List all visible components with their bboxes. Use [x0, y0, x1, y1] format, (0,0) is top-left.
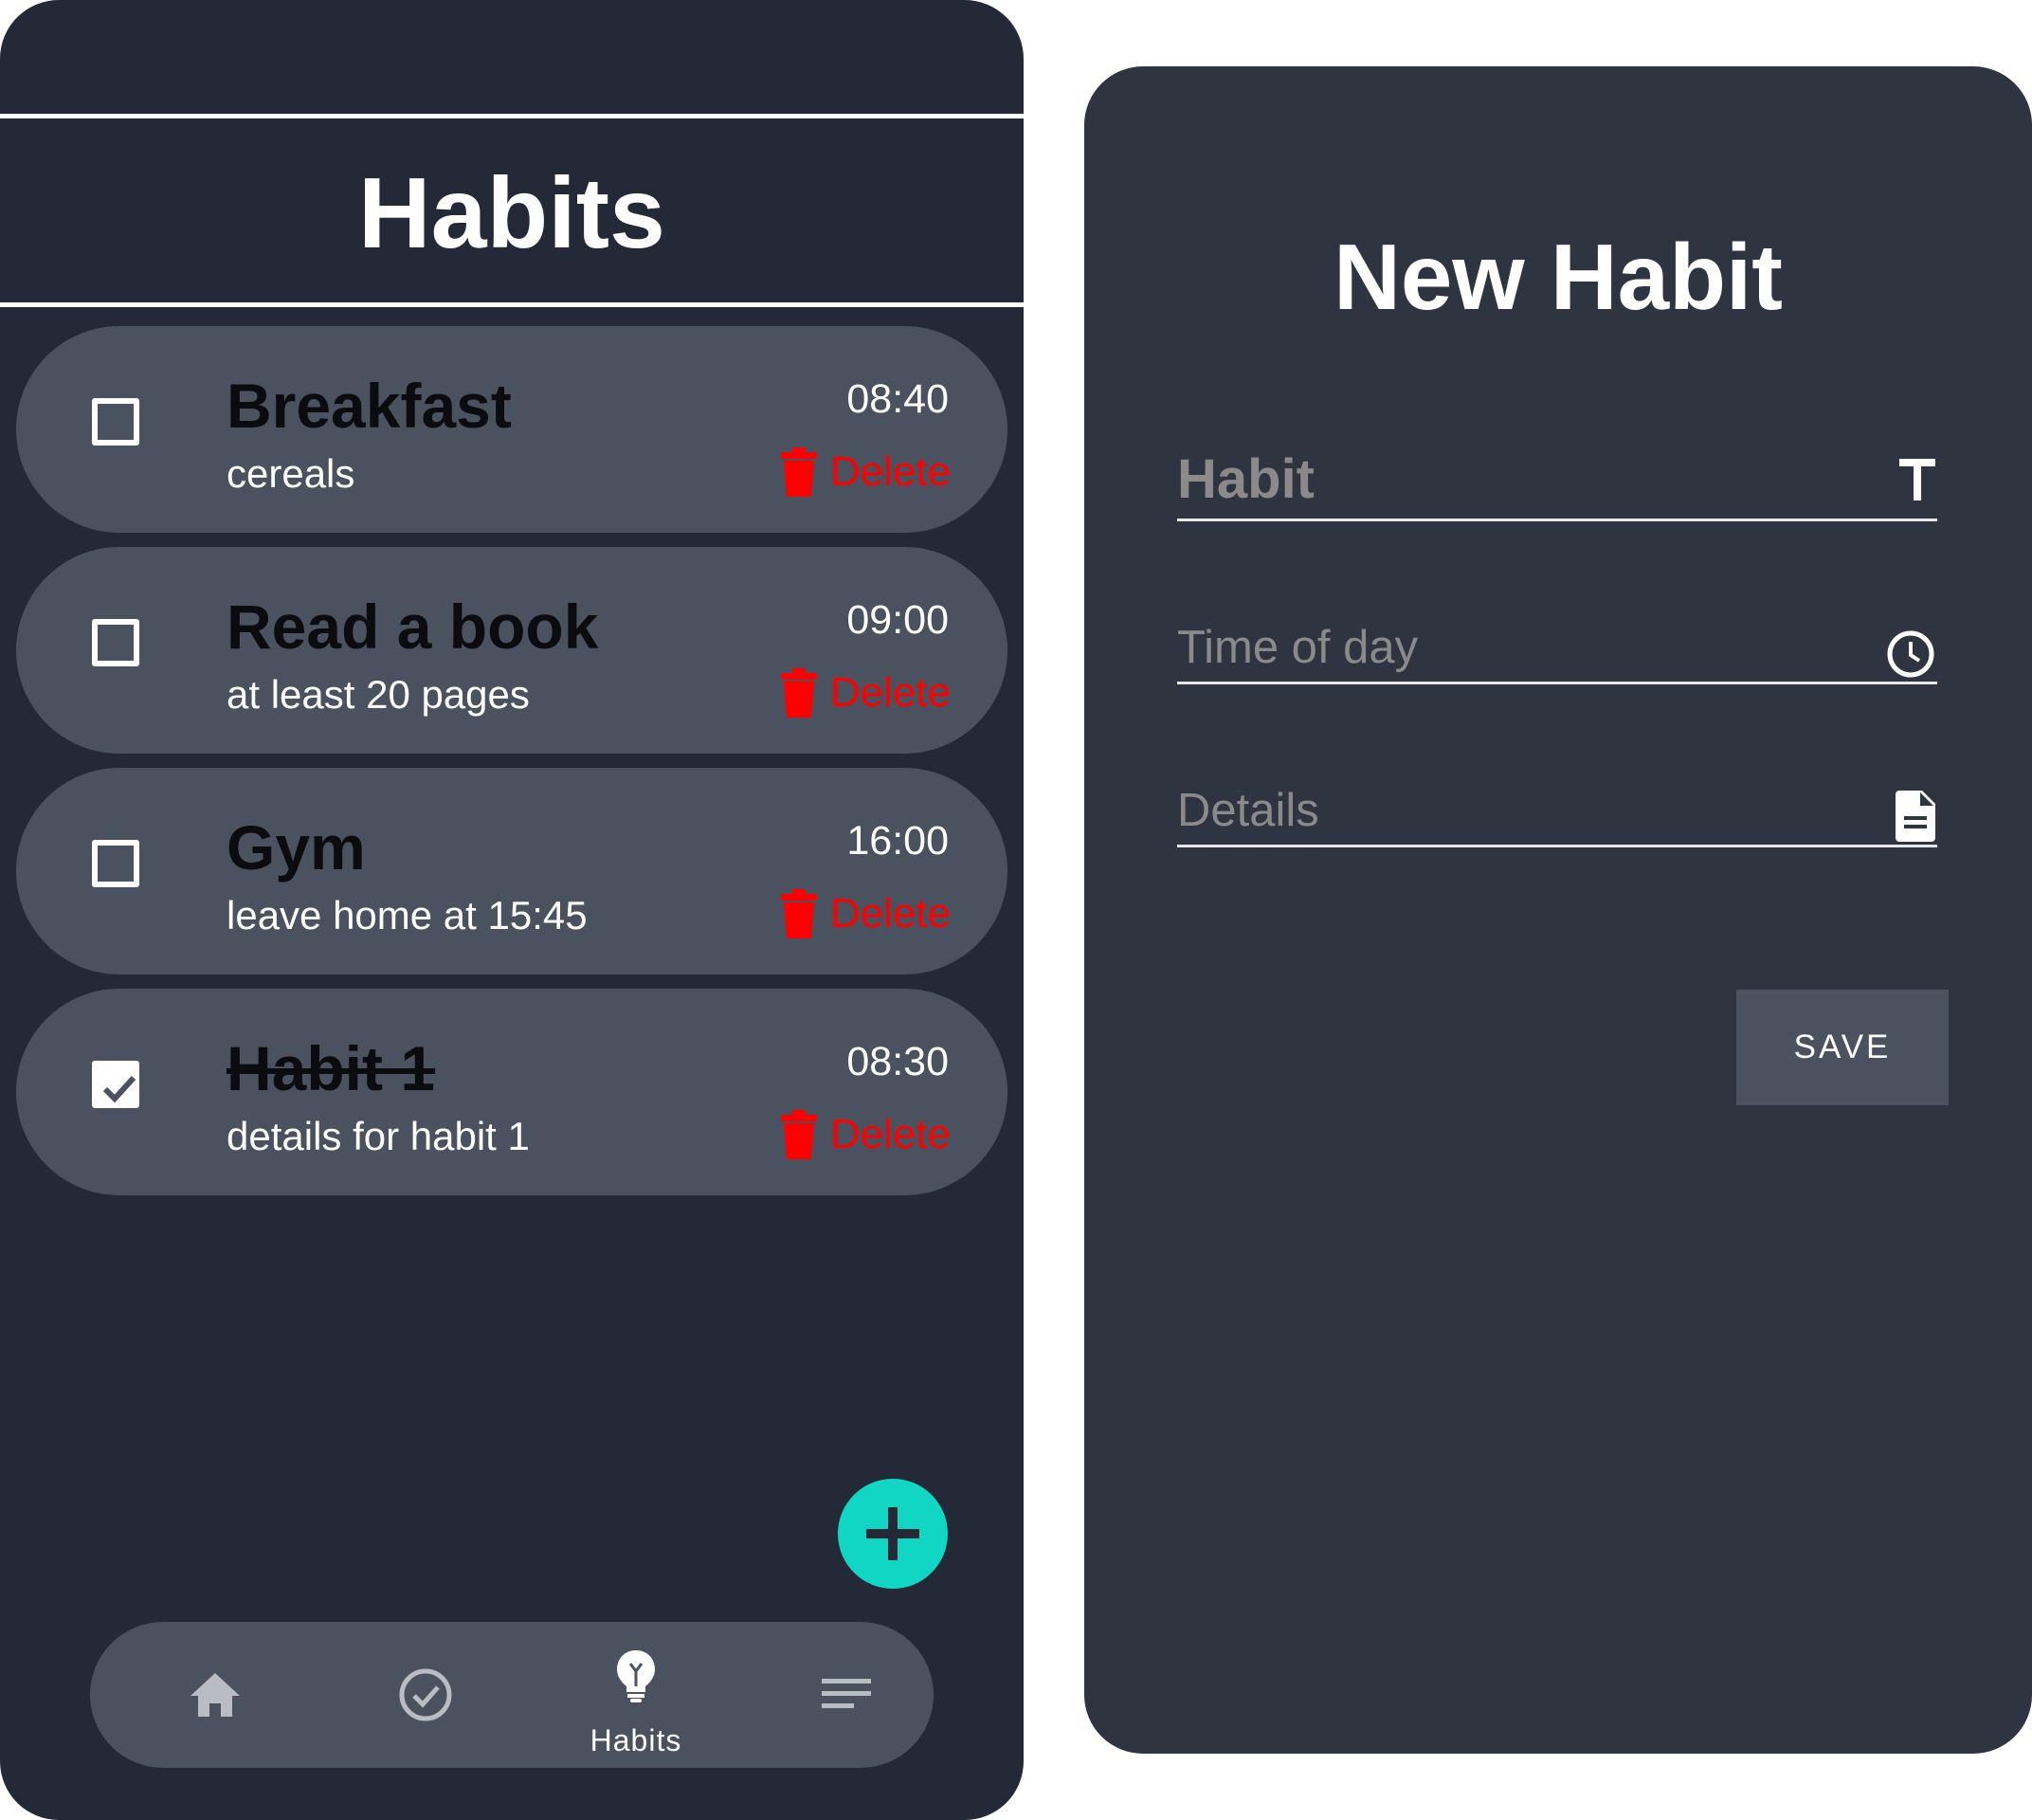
habit-name: Gym: [227, 812, 366, 883]
add-habit-button[interactable]: [838, 1479, 948, 1589]
details-field[interactable]: Details: [1177, 772, 1937, 847]
habit-checkbox[interactable]: [92, 398, 139, 446]
trash-icon: [780, 1110, 817, 1159]
delete-label: Delete: [829, 669, 951, 716]
delete-label: Delete: [829, 1111, 951, 1157]
delete-button[interactable]: Delete: [780, 887, 951, 940]
habit-card[interactable]: Breakfast cereals 08:40 Delete: [16, 326, 1007, 533]
nav-item-home[interactable]: [149, 1622, 281, 1768]
checkmark-icon: [102, 1075, 136, 1103]
time-of-day-field[interactable]: Time of day: [1177, 609, 1937, 684]
new-habit-screen: New Habit Habit Time of day Details SAVE: [1084, 66, 2032, 1754]
trash-icon: [780, 668, 817, 718]
header-divider-top: [0, 114, 1024, 118]
clock-icon: [1887, 630, 1934, 678]
page-title: Habits: [358, 157, 665, 269]
habit-checkbox-checked[interactable]: [92, 1061, 139, 1108]
habit-name: Breakfast: [227, 371, 512, 441]
plus-icon: [866, 1507, 919, 1560]
menu-lines-icon: [822, 1679, 871, 1708]
delete-button[interactable]: Delete: [780, 666, 951, 719]
habit-time: 08:30: [846, 1039, 949, 1084]
habit-details: leave home at 15:45: [227, 893, 588, 937]
habit-time: 08:40: [846, 376, 949, 422]
nav-item-habits[interactable]: Habits: [570, 1622, 702, 1768]
form-title: New Habit: [1334, 225, 1783, 329]
delete-button[interactable]: Delete: [780, 1108, 951, 1161]
habit-card[interactable]: Habit 1 details for habit 1 08:30 Delete: [16, 989, 1007, 1195]
header-divider-bottom: [0, 302, 1024, 307]
trash-icon: [780, 447, 817, 497]
text-icon: [1899, 459, 1935, 500]
habit-name: Habit 1: [227, 1033, 436, 1103]
habit-time: 16:00: [846, 818, 949, 864]
delete-label: Delete: [829, 890, 951, 937]
lightbulb-icon: [617, 1650, 655, 1702]
habit-details: details for habit 1: [227, 1114, 530, 1158]
delete-label: Delete: [829, 448, 951, 495]
habit-checkbox[interactable]: [92, 619, 139, 666]
save-label: SAVE: [1793, 1028, 1892, 1065]
nav-label-habits: Habits: [590, 1723, 682, 1757]
habit-details: at least 20 pages: [227, 672, 530, 717]
save-button[interactable]: SAVE: [1736, 990, 1949, 1105]
home-icon: [190, 1673, 240, 1717]
habit-checkbox[interactable]: [92, 840, 139, 887]
check-circle-icon: [399, 1668, 452, 1721]
trash-icon: [780, 889, 817, 938]
nav-item-menu[interactable]: [780, 1622, 913, 1768]
bottom-nav: Habits: [90, 1622, 934, 1768]
habits-screen: Habits Breakfast cereals 08:40 Delete Re…: [0, 0, 1024, 1820]
habit-name: Read a book: [227, 592, 599, 662]
document-icon: [1896, 791, 1935, 842]
habit-card[interactable]: Gym leave home at 15:45 16:00 Delete: [16, 768, 1007, 974]
habit-name-placeholder: Habit: [1177, 448, 1315, 510]
delete-button[interactable]: Delete: [780, 446, 951, 499]
habit-time: 09:00: [846, 597, 949, 643]
time-of-day-placeholder: Time of day: [1177, 622, 1419, 673]
habit-card[interactable]: Read a book at least 20 pages 09:00 Dele…: [16, 547, 1007, 754]
habit-details: cereals: [227, 451, 355, 496]
habit-name-field[interactable]: Habit: [1177, 446, 1937, 521]
details-placeholder: Details: [1177, 785, 1319, 836]
nav-item-completed[interactable]: [359, 1622, 492, 1768]
